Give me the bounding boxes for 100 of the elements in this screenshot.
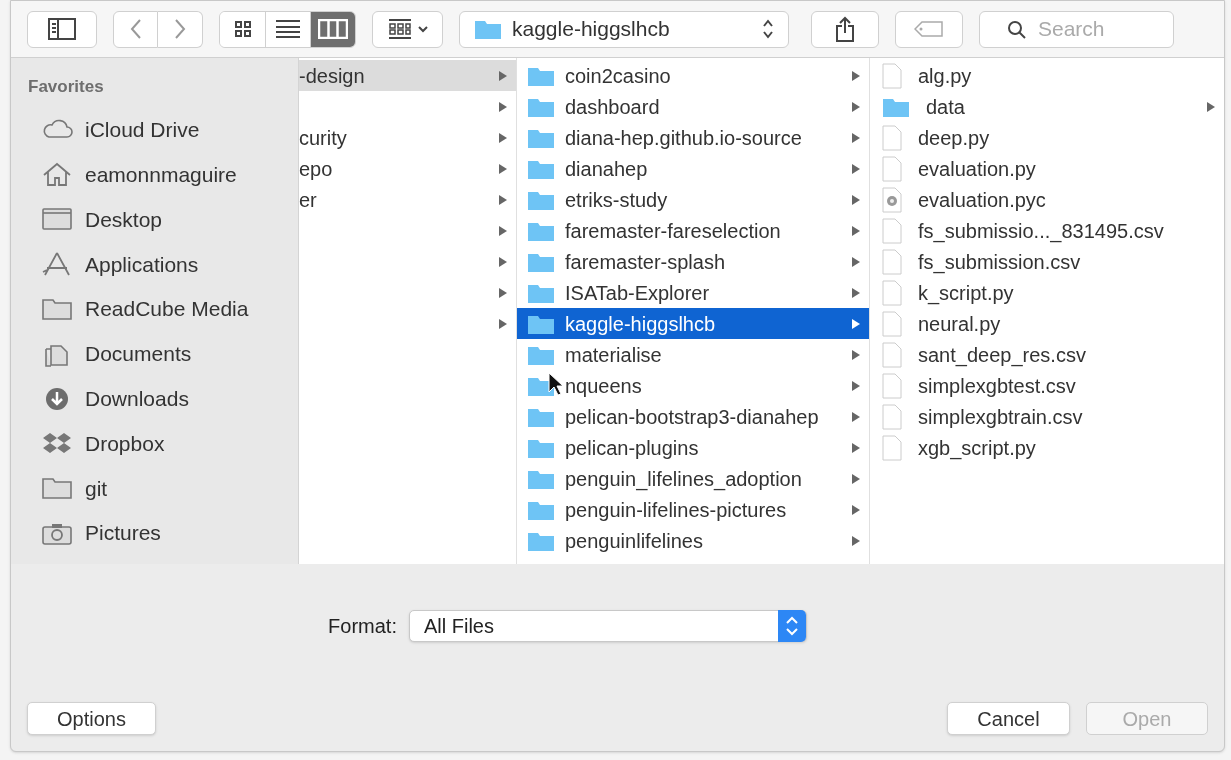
file-item[interactable]: deep.py (870, 122, 1224, 153)
document-icon (882, 155, 902, 182)
path-popup[interactable]: kaggle-higgslhcb (459, 10, 789, 48)
file-item[interactable]: simplexgbtest.csv (870, 370, 1224, 401)
cancel-button[interactable]: Cancel (947, 702, 1070, 735)
back-icon (129, 18, 142, 40)
apps-icon (41, 251, 73, 278)
sidebar-item[interactable]: eamonnmaguire (11, 152, 298, 198)
disclosure-arrow-icon (498, 162, 508, 175)
document-icon (882, 310, 902, 337)
file-item[interactable]: evaluation.pyc (870, 184, 1224, 215)
sidebar-item[interactable]: ReadCube Media (11, 286, 298, 332)
file-item[interactable]: sant_deep_res.csv (870, 339, 1224, 370)
view-mode-button[interactable] (265, 11, 310, 47)
folder-icon (41, 296, 73, 323)
disclosure-arrow-icon (498, 131, 508, 144)
sidebar-item[interactable]: Pictures (11, 510, 298, 556)
file-item[interactable]: simplexgbtrain.csv (870, 401, 1224, 432)
folder-item[interactable]: dashboard (517, 91, 869, 122)
disclosure-arrow-icon (851, 162, 861, 175)
sidebar-item[interactable]: Dropbox (11, 421, 298, 466)
grid-icon (233, 20, 252, 38)
disclosure-arrow-icon (851, 255, 861, 268)
view-mode-control[interactable] (219, 10, 356, 48)
folder-item[interactable]: dianahep (517, 153, 869, 184)
file-item[interactable]: fs_submissio..._831495.csv (870, 215, 1224, 246)
desktop-icon (41, 206, 73, 233)
document-icon (882, 248, 902, 275)
folder-item[interactable]: coin2casino (517, 60, 869, 91)
file-item[interactable]: k_script.py (870, 277, 1224, 308)
folder-item[interactable]: penguinlifelines (517, 525, 869, 556)
sidebar-toggle-button[interactable] (27, 10, 97, 48)
file-item[interactable]: fs_submission.csv (870, 246, 1224, 277)
arrange-button[interactable] (372, 10, 443, 48)
section-heading: Favorites (27, 76, 105, 98)
folder-item[interactable]: er (299, 184, 516, 215)
columns-icon (318, 19, 348, 39)
search-field[interactable]: Search (979, 10, 1174, 48)
sidebar-item[interactable]: git (11, 465, 298, 511)
folder-item[interactable]: etriks-study (517, 184, 869, 215)
disclosure-arrow-icon (851, 317, 861, 330)
document-icon (882, 62, 902, 89)
folder-item[interactable]: materialise (517, 339, 869, 370)
stepper-icon (777, 610, 806, 642)
folder-item[interactable]: -design (299, 60, 516, 91)
document-icon (882, 434, 902, 461)
home-icon (41, 161, 73, 188)
document-icon (882, 341, 902, 368)
share-button[interactable] (811, 10, 879, 48)
folder-item[interactable]: pelican-plugins (517, 432, 869, 463)
file-item[interactable]: evaluation.py (870, 153, 1224, 184)
document-icon (882, 217, 902, 244)
folder-item[interactable]: data (870, 91, 1224, 122)
disclosure-arrow-icon (851, 410, 861, 423)
sidebar-icon (48, 18, 76, 40)
sidebar-item[interactable]: iCloud Drive (11, 107, 298, 153)
sidebar-item[interactable]: Downloads (11, 376, 298, 422)
file-item[interactable]: neural.py (870, 308, 1224, 339)
options-button[interactable]: Options (27, 702, 156, 735)
file-item[interactable]: xgb_script.py (870, 432, 1224, 463)
file-item[interactable]: alg.py (870, 60, 1224, 91)
sidebar-item[interactable]: Documents (11, 331, 298, 377)
disclosure-arrow-icon (851, 131, 861, 144)
tag-icon (914, 21, 944, 37)
disclosure-arrow-icon (851, 286, 861, 299)
disclosure-arrow-icon (498, 69, 508, 82)
share-icon (835, 16, 855, 42)
format-select[interactable]: All Files (408, 610, 807, 642)
disclosure-arrow-icon (851, 503, 861, 516)
mouse-pointer-icon (548, 372, 564, 396)
document-icon (882, 372, 902, 399)
forward-icon (174, 18, 186, 40)
search-icon (1007, 19, 1027, 40)
view-mode-button[interactable] (310, 11, 355, 47)
stepper-icon (762, 19, 774, 39)
sidebar-item[interactable]: Desktop (11, 197, 298, 242)
document-icon (882, 124, 902, 151)
folder-item[interactable]: diana-hep.github.io-source (517, 122, 869, 153)
document-icon (882, 403, 902, 430)
document-icon (882, 279, 902, 306)
folder-item[interactable]: curity (299, 122, 516, 153)
disclosure-arrow-icon (851, 193, 861, 206)
disclosure-arrow-icon (498, 193, 508, 206)
disclosure-arrow-icon (851, 534, 861, 547)
folder-item[interactable]: faremaster-splash (517, 246, 869, 277)
disclosure-arrow-icon (851, 379, 861, 392)
folder-item[interactable]: penguin-lifelines-pictures (517, 494, 869, 525)
folder-item[interactable]: kaggle-higgslhcb (517, 308, 869, 339)
disclosure-arrow-icon (851, 348, 861, 361)
folder-item[interactable]: penguin_lifelines_adoption (517, 463, 869, 494)
folder-item[interactable]: faremaster-fareselection (517, 215, 869, 246)
folder-item[interactable]: pelican-bootstrap3-dianahep (517, 401, 869, 432)
sidebar-item[interactable]: Applications (11, 241, 298, 287)
folder-item[interactable]: ISATab-Explorer (517, 277, 869, 308)
chevron-down-icon (417, 25, 428, 33)
folder-item[interactable]: epo (299, 153, 516, 184)
arrange-icon (387, 19, 412, 39)
view-mode-button[interactable] (220, 11, 265, 47)
folder-icon (41, 475, 73, 502)
document-icon (882, 186, 902, 213)
